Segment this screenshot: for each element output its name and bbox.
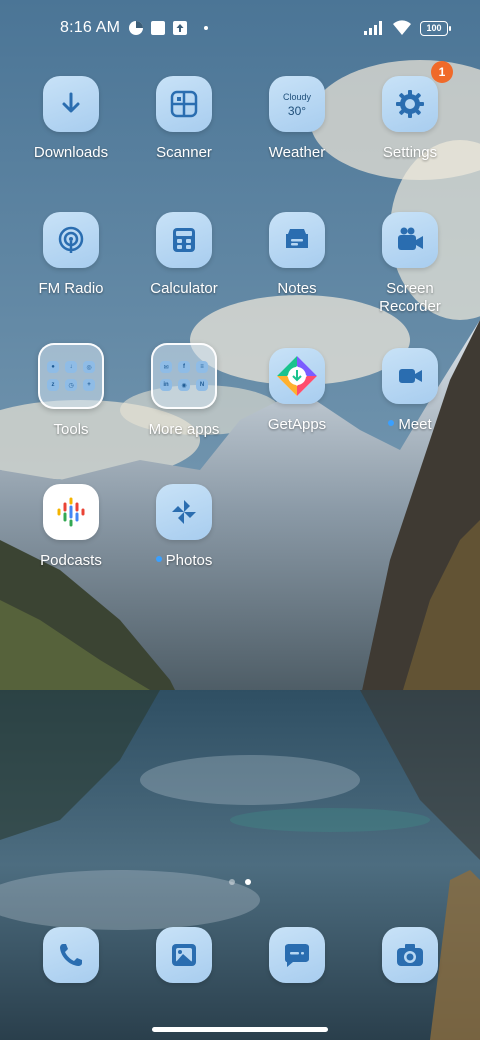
app-label: Weather — [268, 144, 326, 161]
app-label: Calculator — [150, 280, 218, 297]
app-scanner[interactable]: Scanner — [129, 76, 239, 162]
upload-arrow-icon — [172, 20, 188, 36]
download-icon: ↓ — [65, 361, 77, 373]
app-photos[interactable]: Photos — [129, 484, 239, 570]
app-label-row: Meet — [355, 416, 465, 434]
app-label: Podcasts — [40, 552, 102, 569]
status-bar: 8:16 AM 100 — [0, 0, 480, 56]
sort-icon: z — [47, 379, 59, 391]
notification-badge: 1 — [431, 61, 453, 83]
app-downloads[interactable]: Downloads — [16, 76, 126, 162]
app-label: GetApps — [267, 416, 327, 433]
app-label: More apps — [148, 421, 220, 438]
battery-level: 100 — [426, 23, 442, 33]
status-time: 8:16 AM — [60, 19, 121, 36]
app-fm-radio[interactable]: FM Radio — [16, 212, 126, 298]
netflix-icon: N — [196, 379, 208, 391]
clock-icon: ◷ — [65, 379, 77, 391]
message-bubble-icon — [269, 927, 325, 983]
dot-icon — [204, 26, 209, 30]
battery-icon: 100 — [420, 20, 451, 36]
home-gesture-bar[interactable] — [152, 1027, 328, 1032]
app-icon: ◉ — [178, 379, 190, 391]
app-podcasts[interactable]: Podcasts — [16, 484, 126, 570]
new-app-dot — [155, 556, 162, 563]
radio-broadcast-icon — [43, 212, 99, 268]
compass-icon: ◎ — [83, 361, 95, 373]
app-weather[interactable]: Cloudy 30° Weather — [242, 76, 352, 162]
app-label: Photos — [165, 552, 213, 569]
scanner-frame-icon — [156, 76, 212, 132]
folder-icon: ✉ f ≡ in ◉ N — [151, 343, 217, 409]
page-dot[interactable] — [229, 879, 235, 885]
app-notes[interactable]: Notes — [242, 212, 352, 298]
calculator-icon — [156, 212, 212, 268]
folder-icon: ● ↓ ◎ z ◷ + — [38, 343, 104, 409]
getapps-icon — [269, 348, 325, 404]
app-screen-recorder[interactable]: Screen Recorder — [355, 212, 465, 316]
app-meet[interactable]: Meet — [355, 348, 465, 434]
app-getapps[interactable]: GetApps — [242, 348, 352, 434]
dock-phone[interactable] — [43, 927, 99, 983]
wifi-icon — [392, 20, 412, 36]
linkedin-icon: in — [160, 379, 172, 391]
weather-temperature: 30° — [287, 104, 307, 118]
app-label: Downloads — [33, 144, 109, 161]
app-label: Notes — [277, 280, 317, 297]
app-label: Settings — [382, 144, 438, 161]
mail-icon: ✉ — [160, 361, 172, 373]
camera-icon — [382, 927, 438, 983]
page-dot-active[interactable] — [245, 879, 251, 885]
dock-messages[interactable] — [269, 927, 325, 983]
app-calculator[interactable]: Calculator — [129, 212, 239, 298]
facebook-icon: f — [178, 361, 190, 373]
download-arrow-icon — [43, 76, 99, 132]
vpn-key-icon — [128, 20, 144, 36]
video-camera-icon — [382, 212, 438, 268]
app-label: Tools — [53, 421, 89, 438]
notification-square-icon — [150, 20, 166, 36]
podcasts-icon — [43, 484, 99, 540]
phone-icon — [43, 927, 99, 983]
notes-icon — [269, 212, 325, 268]
app-label: Meet — [398, 416, 432, 433]
app-label: Scanner — [156, 144, 212, 161]
dock-gallery[interactable] — [156, 927, 212, 983]
dock-camera[interactable] — [382, 927, 438, 983]
pinwheel-icon — [156, 484, 212, 540]
app-label: FM Radio — [38, 280, 104, 297]
video-call-icon — [382, 348, 438, 404]
app-label: Screen Recorder — [379, 280, 441, 315]
new-app-dot — [388, 420, 395, 427]
app-settings[interactable]: 1 Settings — [355, 61, 465, 162]
plus-icon: + — [83, 379, 95, 391]
weather-condition: Cloudy — [282, 92, 311, 102]
folder-more-apps[interactable]: ✉ f ≡ in ◉ N More apps — [129, 343, 239, 439]
folder-tools[interactable]: ● ↓ ◎ z ◷ + Tools — [16, 343, 126, 439]
gallery-icon — [156, 927, 212, 983]
signal-icon — [364, 21, 384, 35]
gear-icon: 1 — [382, 61, 453, 132]
weather-widget-icon: Cloudy 30° — [269, 76, 325, 132]
app-label-row: Photos — [129, 552, 239, 570]
page-indicator — [0, 879, 480, 885]
spotify-icon: ≡ — [196, 361, 208, 373]
mic-icon: ● — [47, 361, 59, 373]
